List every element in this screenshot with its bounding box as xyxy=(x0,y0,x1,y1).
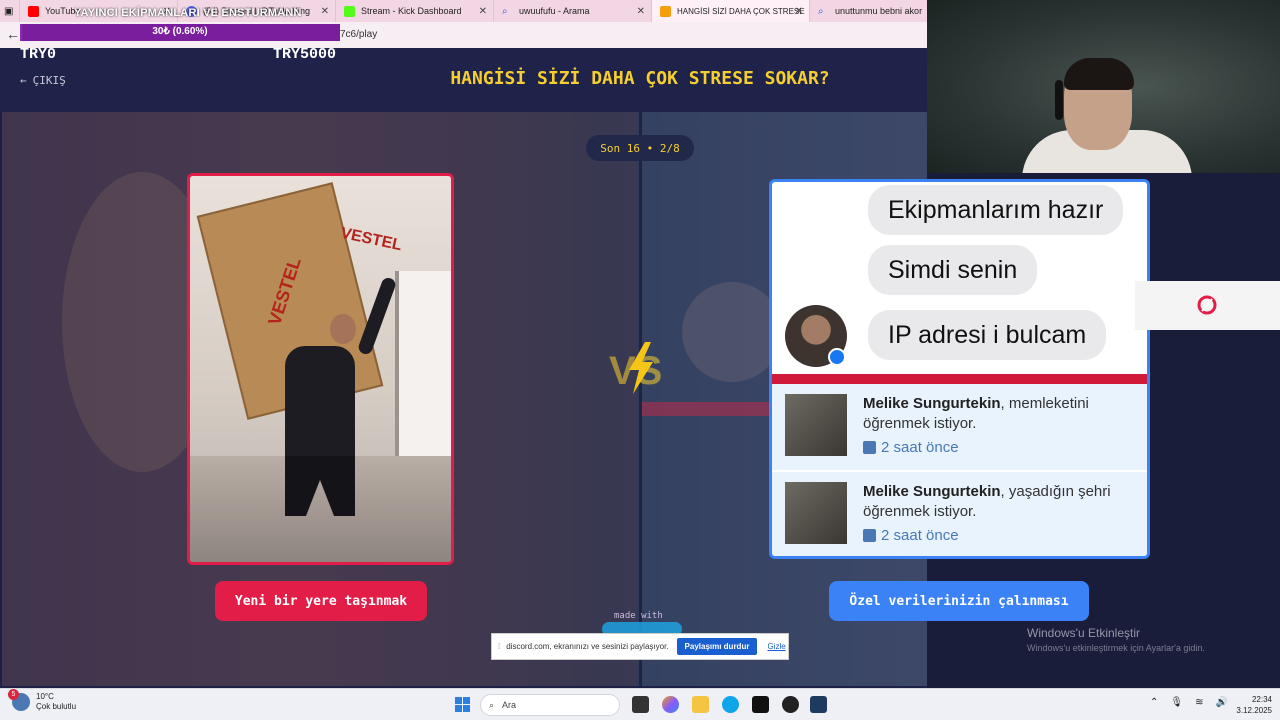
notification-item: Melike Sungurtekin, memleketini öğrenmek… xyxy=(772,384,1147,470)
search-icon: ⌕ xyxy=(818,5,824,17)
youtube-icon xyxy=(28,5,39,17)
terminal-icon[interactable] xyxy=(752,696,769,713)
right-option-button[interactable]: Özel verilerinizin çalınması xyxy=(829,581,1089,621)
app-icon[interactable] xyxy=(782,696,799,713)
system-tray: ⌃ 🎙 ≋ 🔊 xyxy=(1150,697,1228,708)
tab-actions-button[interactable]: ▣ xyxy=(0,0,20,22)
headset-icon xyxy=(1055,80,1063,120)
image-head xyxy=(330,314,356,344)
opera-icon xyxy=(1197,295,1217,315)
chat-bubble: Ekipmanlarım hazır xyxy=(868,185,1124,235)
taskbar: 5 10°C Çok bulutlu ⌕ Ara ⌃ 🎙 ≋ 🔊 22:34 3… xyxy=(0,688,1280,720)
taskbar-search[interactable]: ⌕ Ara xyxy=(480,694,620,716)
microphone-icon[interactable]: 🎙 xyxy=(1170,697,1183,708)
avatar xyxy=(785,482,847,544)
versus-icon: VS xyxy=(609,342,662,394)
tab-game[interactable]: HANGİSİ SİZİ DAHA ÇOK STRESE ✕ xyxy=(652,0,810,22)
messenger-icon xyxy=(828,348,846,366)
tab-search[interactable]: ⌕ uwuufufu - Arama ✕ xyxy=(494,0,652,22)
tab-kick[interactable]: Stream - Kick Dashboard ✕ xyxy=(336,0,494,22)
notification-text: Melike Sungurtekin, memleketini öğrenmek… xyxy=(863,394,1133,434)
url-text[interactable]: 7c6/play xyxy=(340,29,377,40)
left-option-image: VESTEL VESTEL xyxy=(190,176,451,562)
backdrop-blur xyxy=(682,282,782,382)
search-icon: ⌕ xyxy=(502,5,508,17)
wifi-icon[interactable]: ≋ xyxy=(1195,697,1203,708)
donation-goal-text: 30₺ (0.60%) xyxy=(152,26,208,37)
notification-badge: 5 xyxy=(8,689,19,700)
search-placeholder: Ara xyxy=(502,700,517,710)
notification-text: Melike Sungurtekin, yaşadığın şehri öğre… xyxy=(863,482,1133,522)
close-icon[interactable]: ✕ xyxy=(479,6,487,17)
chat-bubble: IP adresi i bulcam xyxy=(868,310,1107,360)
side-widget[interactable] xyxy=(1135,281,1280,330)
notification-time: 2 saat önce xyxy=(863,527,959,544)
notification-time-label: 2 saat önce xyxy=(881,527,959,544)
notification-time-label: 2 saat önce xyxy=(881,439,959,456)
drag-handle-icon[interactable]: ⁞ xyxy=(498,642,500,651)
copilot-icon[interactable] xyxy=(662,696,679,713)
chat-bubble: Simdi senin xyxy=(868,245,1038,295)
donation-goal-title: YAYINCI EKİPMANLARI VE ENSTURMANN xyxy=(74,7,302,19)
screen: ▣ YouTube ✕ (54) Discord | @Takla King ✕… xyxy=(0,0,1280,720)
divider-strip xyxy=(772,374,1147,384)
webcam-feed xyxy=(927,0,1280,173)
right-option-card[interactable]: Ekipmanlarım hazır Simdi senin IP adresi… xyxy=(769,179,1150,559)
game-icon xyxy=(660,5,671,17)
share-notice-text: discord.com, ekranınızı ve sesinizi payl… xyxy=(506,642,669,651)
tab-label: Stream - Kick Dashboard xyxy=(361,6,462,16)
kick-icon xyxy=(344,5,355,17)
close-icon[interactable]: ✕ xyxy=(321,6,329,17)
clock-date: 3.12.2025 xyxy=(1236,706,1272,715)
stop-sharing-button[interactable]: Paylaşımı durdur xyxy=(676,638,758,655)
back-arrow-icon[interactable]: ← xyxy=(6,26,20,42)
made-with-label: made with xyxy=(614,611,663,621)
round-badge: Son 16 • 2/8 xyxy=(586,135,694,161)
weather-desc: Çok bulutlu xyxy=(36,702,77,711)
search-icon: ⌕ xyxy=(489,699,495,710)
notification-name: Melike Sungurtekin xyxy=(863,483,1001,500)
tab-label: unuttunmu bebni akor xyxy=(835,6,923,16)
tab-label: HANGİSİ SİZİ DAHA ÇOK STRESE xyxy=(677,6,805,16)
chevron-up-icon[interactable]: ⌃ xyxy=(1150,697,1158,708)
activation-watermark-text: Windows'u etkinleştirmek için Ayarlar'a … xyxy=(1027,643,1205,653)
cloud-icon: 5 xyxy=(8,689,30,711)
windows-start-icon[interactable] xyxy=(455,697,470,712)
tab-label: uwuufufu - Arama xyxy=(519,6,590,16)
close-icon[interactable]: ✕ xyxy=(637,6,645,17)
currency-right: TRY5000 xyxy=(273,46,337,63)
currency-left: TRY0 xyxy=(20,46,57,63)
avatar xyxy=(785,394,847,456)
image-person xyxy=(285,346,355,466)
speaker-icon[interactable]: 🔊 xyxy=(1215,697,1227,708)
image-door xyxy=(395,271,451,471)
donation-goal-bar: 30₺ (0.60%) xyxy=(20,24,340,41)
weather-widget[interactable]: 5 10°C Çok bulutlu xyxy=(8,689,77,712)
screen-share-notice: ⁞ discord.com, ekranınızı ve sesinizi pa… xyxy=(491,633,789,660)
clock-icon xyxy=(863,441,876,454)
hide-link[interactable]: Gizle xyxy=(767,642,785,651)
task-view-icon[interactable] xyxy=(632,696,649,713)
notification-time: 2 saat önce xyxy=(863,439,959,456)
notification-name: Melike Sungurtekin xyxy=(863,395,1001,412)
webcam-hair xyxy=(1064,58,1134,90)
left-option-card[interactable]: VESTEL VESTEL xyxy=(187,173,454,565)
left-option-button[interactable]: Yeni bir yere taşınmak xyxy=(215,581,427,621)
activation-watermark-title: Windows'u Etkinleştir xyxy=(1027,626,1140,640)
edge-icon[interactable] xyxy=(722,696,739,713)
weather-temp: 10°C xyxy=(36,692,54,701)
clock-icon xyxy=(863,529,876,542)
notification-item: Melike Sungurtekin, yaşadığın şehri öğre… xyxy=(772,472,1147,556)
close-icon[interactable]: ✕ xyxy=(795,6,803,17)
arena-divider xyxy=(639,112,642,686)
clock-time: 22:34 xyxy=(1251,695,1272,704)
app-icon[interactable] xyxy=(810,696,827,713)
file-explorer-icon[interactable] xyxy=(692,696,709,713)
tab-search-2[interactable]: ⌕ unuttunmu bebni akor xyxy=(810,0,927,22)
system-clock[interactable]: 22:34 3.12.2025 xyxy=(1232,694,1272,716)
